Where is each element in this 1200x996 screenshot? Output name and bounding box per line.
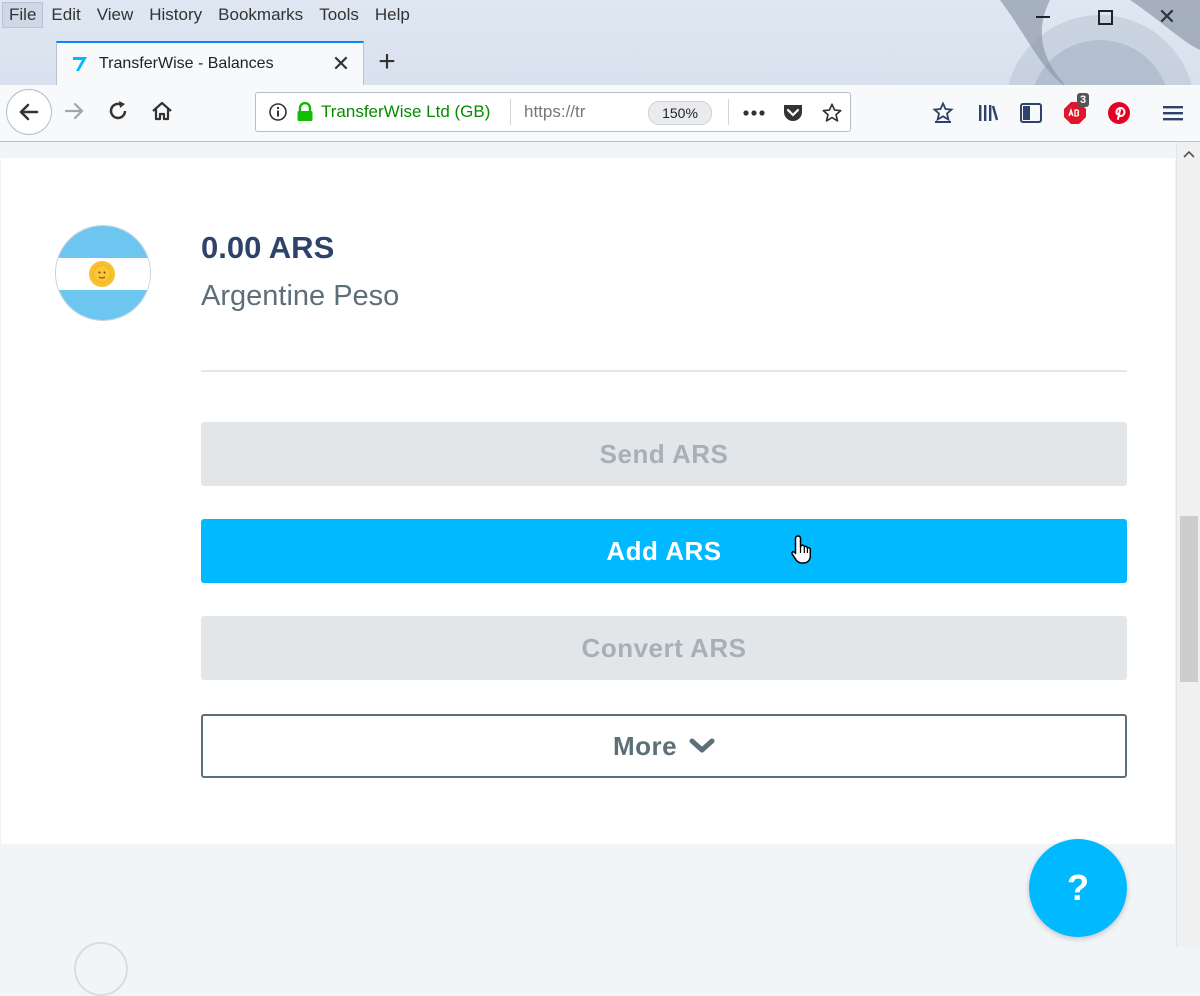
menu-view[interactable]: View [89, 2, 142, 28]
home-icon [152, 101, 172, 121]
forward-button[interactable] [58, 95, 90, 127]
hamburger-menu-icon[interactable] [1159, 99, 1187, 127]
menu-help[interactable]: Help [367, 2, 418, 28]
minimize-button[interactable] [1023, 4, 1063, 30]
menu-file[interactable]: File [2, 2, 44, 28]
balance-amount: 0.00 ARS [201, 230, 335, 265]
site-identity[interactable]: TransferWise Ltd (GB) [321, 102, 490, 122]
scroll-up-arrow-icon[interactable] [1181, 146, 1197, 162]
more-button[interactable]: More [201, 714, 1127, 778]
page-viewport: 0.00 ARS Argentine Peso Send ARS Add ARS… [0, 142, 1176, 947]
lock-icon [297, 102, 313, 121]
send-button[interactable]: Send ARS [201, 422, 1127, 486]
back-arrow-icon [19, 103, 39, 121]
divider [201, 370, 1127, 372]
transferwise-favicon-icon [69, 53, 91, 75]
menu-history[interactable]: History [141, 2, 210, 28]
adblock-count-badge: 3 [1077, 93, 1090, 107]
info-icon[interactable] [268, 102, 288, 122]
pocket-icon[interactable] [781, 101, 805, 125]
ellipsis-icon[interactable] [742, 101, 766, 125]
pinterest-icon[interactable] [1105, 99, 1133, 127]
menu-tools[interactable]: Tools [311, 2, 367, 28]
maximize-button[interactable] [1085, 4, 1125, 30]
sidebar-icon[interactable] [1017, 99, 1045, 127]
back-button[interactable] [6, 89, 52, 135]
avatar [74, 942, 128, 996]
url-bar[interactable]: TransferWise Ltd (GB) https://tr 150% [255, 92, 851, 132]
zoom-indicator[interactable]: 150% [648, 101, 712, 125]
currency-name: Argentine Peso [201, 280, 400, 312]
close-window-button[interactable]: ✕ [1147, 4, 1187, 30]
star-icon[interactable] [820, 101, 844, 125]
more-button-label: More [612, 730, 678, 761]
menu-bar: File Edit View History Bookmarks Tools H… [0, 0, 418, 30]
library-icon[interactable] [974, 99, 1002, 127]
url-separator [510, 99, 511, 125]
scrollbar-thumb[interactable] [1180, 516, 1198, 682]
menu-bookmarks[interactable]: Bookmarks [210, 2, 311, 28]
vertical-scrollbar[interactable] [1176, 142, 1200, 947]
reload-icon [109, 101, 127, 120]
maximize-icon [1097, 9, 1113, 25]
url-text[interactable]: https://tr [524, 102, 604, 122]
forward-arrow-icon [64, 102, 84, 120]
plus-icon: + [378, 45, 396, 78]
url-separator-2 [728, 99, 729, 125]
adblock-plus-button[interactable]: 3 [1061, 93, 1090, 127]
help-button[interactable]: ? [1029, 839, 1127, 937]
add-button[interactable]: Add ARS [201, 519, 1127, 583]
tab-transferwise-balances[interactable]: TransferWise - Balances ✕ [56, 41, 364, 85]
bookmarks-star-icon[interactable] [929, 99, 957, 127]
new-tab-button[interactable]: + [371, 45, 403, 78]
minimize-icon [1036, 16, 1050, 18]
hand-pointer-icon [791, 535, 812, 564]
argentina-flag-icon [55, 225, 151, 321]
convert-button[interactable]: Convert ARS [201, 616, 1127, 680]
chevron-down-icon [689, 737, 715, 755]
close-icon: ✕ [1157, 4, 1177, 29]
tab-close-icon[interactable]: ✕ [331, 51, 351, 76]
navigation-toolbar: TransferWise Ltd (GB) https://tr 150% 3 [0, 85, 1200, 141]
balance-card: 0.00 ARS Argentine Peso Send ARS Add ARS… [1, 158, 1175, 844]
browser-chrome: File Edit View History Bookmarks Tools H… [0, 0, 1200, 142]
home-button[interactable] [146, 95, 178, 127]
menu-edit[interactable]: Edit [43, 2, 88, 28]
reload-button[interactable] [102, 95, 134, 127]
tab-title: TransferWise - Balances [99, 55, 274, 72]
